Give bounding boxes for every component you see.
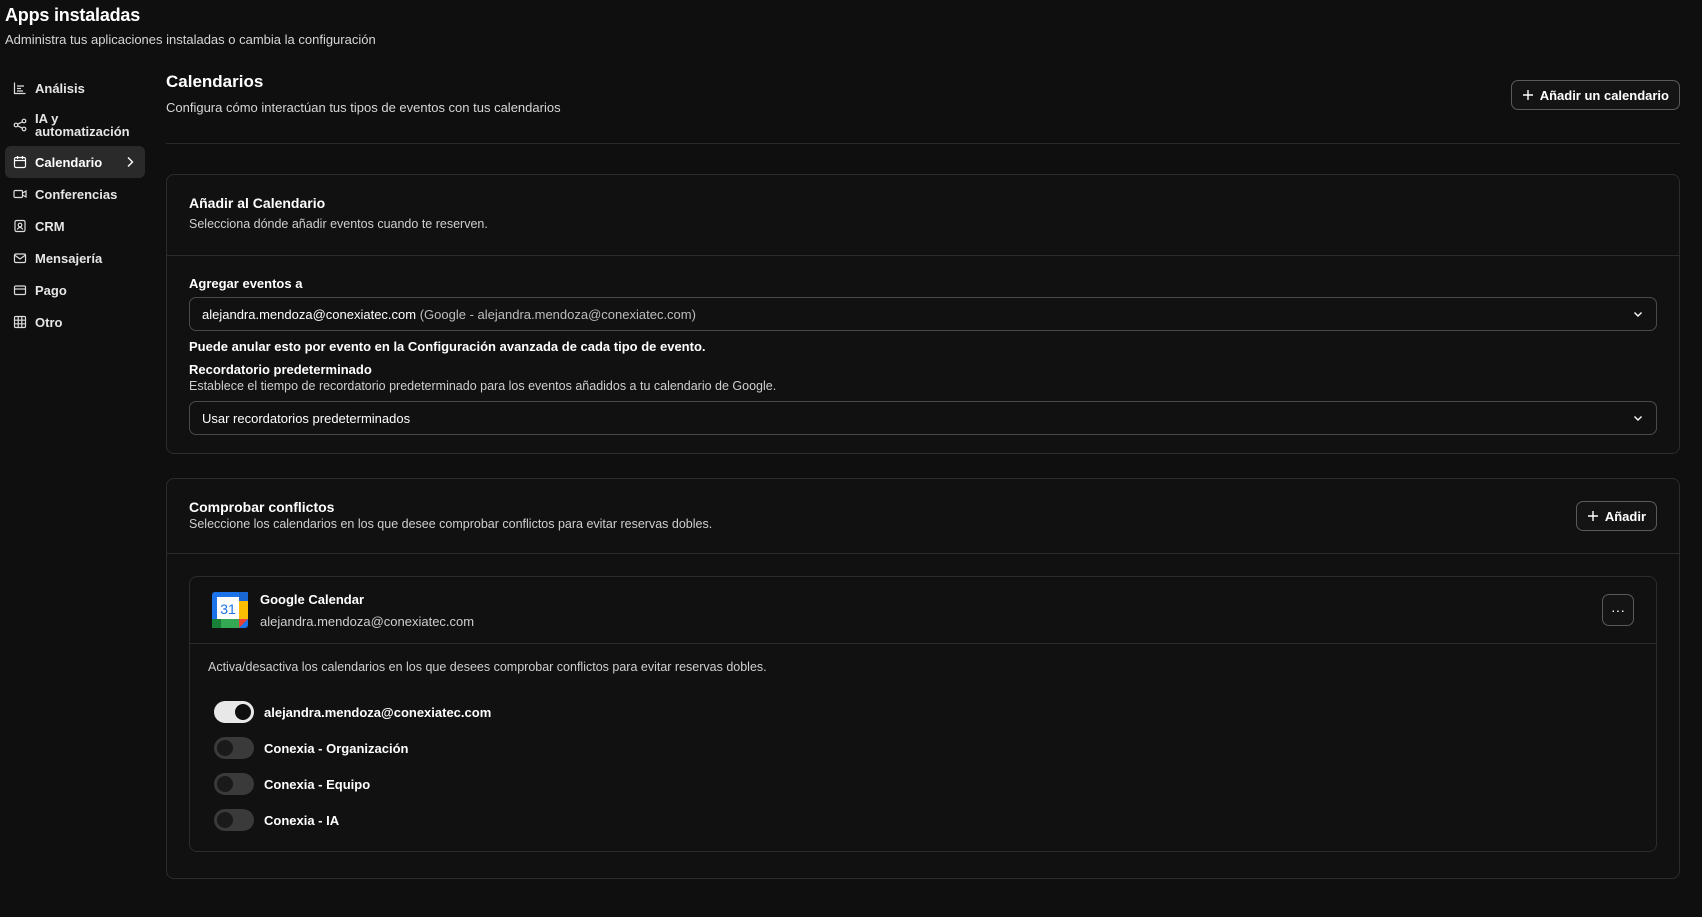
sidebar-item-label: Pago	[35, 282, 67, 298]
calendar-toggle-row: alejandra.mendoza@conexiatec.com	[208, 694, 1638, 730]
check-conflicts-description: Seleccione los calendarios en los que de…	[189, 517, 713, 531]
toggle-knob	[217, 776, 233, 792]
calendar-toggle-row: Conexia - Equipo	[208, 766, 1638, 802]
selected-calendar-email: alejandra.mendoza@conexiatec.com	[202, 306, 417, 322]
chevron-down-icon	[1634, 416, 1642, 421]
calendar-toggle[interactable]	[214, 701, 254, 723]
calendar-toggle-row: Conexia - IA	[208, 802, 1638, 838]
more-icon: ···	[1611, 602, 1625, 618]
page-subtitle: Administra tus aplicaciones instaladas o…	[5, 32, 376, 47]
toggle-knob	[235, 704, 251, 720]
sidebar: Análisis IA y automatización Calendario …	[5, 72, 145, 338]
sidebar-item-analisis[interactable]: Análisis	[5, 72, 145, 104]
sidebar-item-calendario[interactable]: Calendario	[5, 146, 145, 178]
calendar-toggle-row: Conexia - Organización	[208, 730, 1638, 766]
chevron-down-icon	[1634, 312, 1642, 317]
reminder-select-value: Usar recordatorios predeterminados	[202, 410, 411, 426]
check-conflicts-title: Comprobar conflictos	[189, 499, 335, 515]
video-icon	[13, 187, 27, 201]
reminder-description: Establece el tiempo de recordatorio pred…	[189, 379, 777, 393]
sidebar-item-label: Conferencias	[35, 186, 118, 202]
add-to-calendar-body: Agregar eventos a alejandra.mendoza@cone…	[167, 256, 1679, 455]
toggle-knob	[217, 740, 233, 756]
sidebar-item-crm[interactable]: CRM	[5, 210, 145, 242]
check-conflicts-header: Comprobar conflictos Seleccione los cale…	[167, 479, 1679, 554]
add-conflict-calendar-label: Añadir	[1604, 508, 1646, 524]
plus-icon	[1587, 511, 1598, 521]
google-calendar-card: 31 Google Calendar alejandra.mendoza@con…	[189, 576, 1657, 852]
add-calendar-label: Añadir un calendario	[1539, 87, 1669, 103]
calendar-icon	[13, 155, 27, 169]
page-header: Apps instaladas Administra tus aplicacio…	[5, 4, 376, 47]
toggle-instructions: Activa/desactiva los calendarios en los …	[208, 660, 767, 674]
override-note: Puede anular esto por evento en la Confi…	[189, 339, 706, 354]
main-content: Calendarios Configura cómo interactúan t…	[166, 68, 1680, 879]
calendar-toggle-label: Conexia - Equipo	[264, 776, 371, 792]
calendar-toggle-label: Conexia - Organización	[264, 740, 409, 756]
mail-icon	[13, 251, 27, 265]
sidebar-item-label: Calendario	[35, 154, 103, 170]
add-events-label: Agregar eventos a	[189, 276, 303, 291]
sidebar-item-mensajeria[interactable]: Mensajería	[5, 242, 145, 274]
add-to-calendar-header: Añadir al Calendario Selecciona dónde añ…	[167, 175, 1679, 256]
add-conflict-calendar-button[interactable]: Añadir	[1575, 501, 1657, 531]
page-title: Apps instaladas	[5, 5, 141, 25]
calendar-toggle-label: alejandra.mendoza@conexiatec.com	[264, 704, 492, 720]
section-header: Calendarios Configura cómo interactúan t…	[166, 68, 1680, 144]
check-conflicts-card: Comprobar conflictos Seleccione los cale…	[166, 478, 1680, 879]
reminder-select[interactable]: Usar recordatorios predeterminados	[189, 401, 1657, 435]
add-to-calendar-title: Añadir al Calendario	[189, 195, 326, 211]
selected-calendar-detail: (Google - alejandra.mendoza@conexiatec.c…	[419, 306, 696, 322]
more-options-button[interactable]: ···	[1602, 594, 1634, 626]
reminder-label: Recordatorio predeterminado	[189, 362, 372, 377]
contact-icon	[13, 219, 27, 233]
sidebar-item-ia-automatizacion[interactable]: IA y automatización	[5, 104, 145, 146]
section-title: Calendarios	[166, 72, 264, 91]
sidebar-item-pago[interactable]: Pago	[5, 274, 145, 306]
add-calendar-button[interactable]: Añadir un calendario	[1510, 80, 1680, 110]
calendar-toggle[interactable]	[214, 773, 254, 795]
google-calendar-logo-day: 31	[220, 601, 236, 617]
grid-icon	[13, 315, 27, 329]
google-calendar-body: Activa/desactiva los calendarios en los …	[190, 644, 1656, 854]
google-calendar-header: 31 Google Calendar alejandra.mendoza@con…	[190, 577, 1656, 644]
chevron-right-icon	[123, 155, 137, 169]
plus-icon	[1522, 90, 1533, 100]
sidebar-item-label: Análisis	[35, 80, 85, 96]
provider-name: Google Calendar	[260, 591, 365, 607]
add-to-calendar-card: Añadir al Calendario Selecciona dónde añ…	[166, 174, 1680, 454]
sidebar-item-label: CRM	[35, 218, 65, 234]
sidebar-item-label: Mensajería	[35, 250, 103, 266]
sidebar-item-conferencias[interactable]: Conferencias	[5, 178, 145, 210]
sidebar-item-otro[interactable]: Otro	[5, 306, 145, 338]
calendar-toggle-label: Conexia - IA	[264, 812, 340, 828]
chart-icon	[13, 81, 27, 95]
credit-card-icon	[13, 283, 27, 297]
calendar-toggle[interactable]	[214, 737, 254, 759]
section-description: Configura cómo interactúan tus tipos de …	[166, 100, 561, 115]
google-calendar-logo: 31	[212, 592, 248, 628]
toggle-knob	[217, 812, 233, 828]
sidebar-item-label: Otro	[35, 314, 63, 330]
sidebar-item-label: IA y automatización	[35, 111, 130, 139]
share-icon	[13, 118, 27, 132]
calendar-toggle[interactable]	[214, 809, 254, 831]
provider-email: alejandra.mendoza@conexiatec.com	[260, 613, 475, 629]
destination-calendar-select[interactable]: alejandra.mendoza@conexiatec.com (Google…	[189, 297, 1657, 331]
add-to-calendar-description: Selecciona dónde añadir eventos cuando t…	[189, 217, 488, 231]
